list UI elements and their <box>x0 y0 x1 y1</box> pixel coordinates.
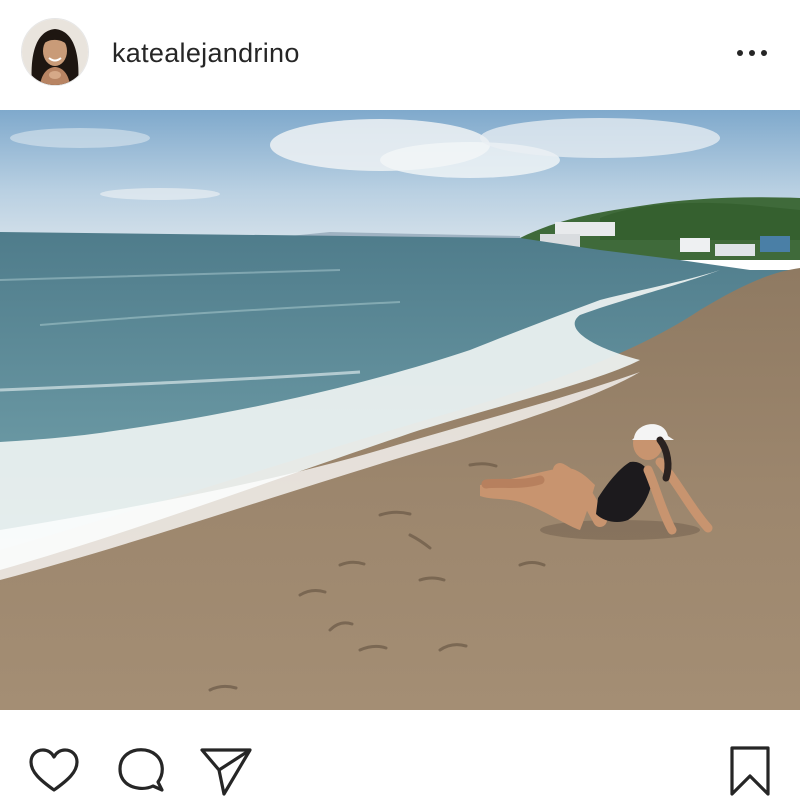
like-button[interactable] <box>26 744 82 800</box>
avatar-image <box>22 19 88 85</box>
instagram-post: katealejandrino <box>0 0 800 804</box>
send-icon <box>200 748 252 796</box>
username[interactable]: katealejandrino <box>112 37 300 69</box>
action-bar <box>0 710 800 804</box>
beach-photo <box>0 110 800 710</box>
save-button[interactable] <box>722 744 778 800</box>
more-options-button[interactable] <box>730 38 774 68</box>
post-photo[interactable] <box>0 110 800 710</box>
share-button[interactable] <box>198 744 254 800</box>
more-horizontal-icon <box>737 50 767 56</box>
heart-icon <box>29 748 79 792</box>
comment-button[interactable] <box>114 744 170 800</box>
comment-icon <box>118 748 164 792</box>
bookmark-icon <box>730 746 770 796</box>
post-header: katealejandrino <box>0 0 800 110</box>
avatar[interactable] <box>22 19 88 85</box>
